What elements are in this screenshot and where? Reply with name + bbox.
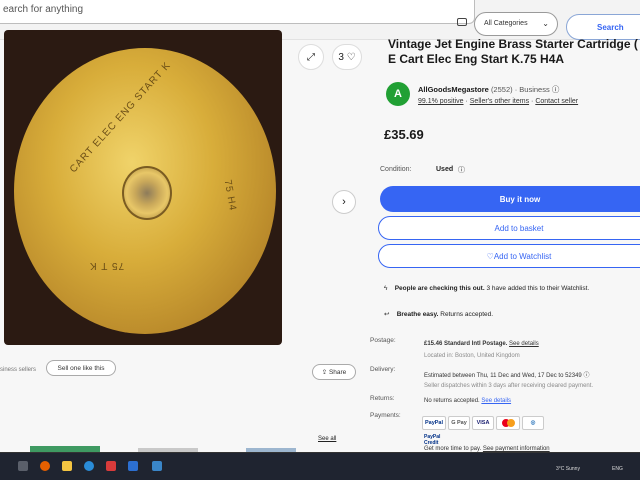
edge-icon[interactable] [84, 461, 94, 471]
category-label: All Categories [484, 20, 528, 27]
share-button[interactable]: ⇪ Share [312, 364, 356, 380]
price: £35.69 [384, 127, 424, 142]
returns-label: Returns: [370, 395, 395, 402]
watch-count: 3 [338, 51, 344, 63]
contact-seller-link[interactable]: Contact seller [535, 98, 578, 105]
paypal-credit-logo: PayPal Credit [424, 434, 441, 446]
amex-logo: ◎ [522, 416, 544, 430]
seller-feedback-count: (2552) [490, 85, 513, 94]
chevron-down-icon: ⌄ [542, 19, 549, 28]
delivery-label: Delivery: [370, 366, 396, 373]
add-to-basket-button[interactable]: Add to basket [378, 216, 640, 240]
returns-rest: Returns accepted. [440, 311, 494, 318]
returns-see-details-link[interactable]: See details [481, 398, 511, 404]
payments-label: Payments: [370, 412, 401, 419]
windows-start-icon[interactable] [18, 461, 28, 471]
returns-text: No returns accepted. [424, 398, 480, 404]
paypal-logo: PayPal [422, 416, 446, 430]
seller-avatar[interactable]: A [386, 82, 410, 106]
expand-icon[interactable]: ⤢ [298, 44, 324, 70]
postage-see-details-link[interactable]: See details [509, 341, 539, 347]
weather-widget[interactable]: 3°C Sunny [556, 466, 580, 472]
item-location: Located in: Boston, United Kingdom [424, 353, 520, 359]
language-indicator[interactable]: ENG [612, 466, 623, 472]
next-image-button[interactable]: › [332, 190, 356, 214]
seller-info: AllGoodsMegastore (2552) · Business ⓘ [418, 84, 559, 95]
delivery-info-icon[interactable]: ⓘ [583, 373, 589, 379]
see-all-link[interactable]: See all [318, 436, 336, 442]
returns-notice: ↩ Breathe easy. Returns accepted. [384, 310, 493, 318]
file-explorer-icon[interactable] [62, 461, 72, 471]
postage-text: £15.46 Standard Intl Postage. [424, 341, 508, 347]
store-icon[interactable] [152, 461, 162, 471]
product-image[interactable]: CART ELEC ENG START K 75 H4 75 T K [4, 30, 282, 345]
heart-icon: ♡ [486, 251, 494, 261]
lightning-icon: ϟ [384, 285, 388, 292]
browser-screen: earch for anything All Categories ⌄ Sear… [0, 0, 640, 458]
returns-value: No returns accepted. See details [424, 398, 511, 404]
mastercard-logo [496, 416, 520, 430]
app-icon-1[interactable] [106, 461, 116, 471]
buy-it-now-button[interactable]: Buy it now [380, 186, 640, 212]
postage-label: Postage: [370, 337, 396, 344]
search-input[interactable]: earch for anything [0, 0, 475, 24]
condition-value: Used [436, 166, 454, 173]
checking-rest: 3 have added this to their Watchlist. [486, 285, 590, 292]
windows-taskbar: 3°C Sunny ENG [0, 452, 640, 480]
returns-bold: Breathe easy. [396, 311, 439, 318]
camera-icon[interactable] [457, 18, 467, 26]
condition-info-icon[interactable]: ⓘ [458, 165, 465, 175]
gpay-logo: G Pay [448, 416, 470, 430]
share-label: Share [328, 368, 347, 376]
visa-logo: VISA [472, 416, 494, 430]
etched-text-3: 75 T K [89, 260, 125, 271]
listing-title: Vintage Jet Engine Brass Starter Cartrid… [388, 37, 638, 66]
share-icon: ⇪ [321, 369, 328, 376]
sell-one-like-this-button[interactable]: Sell one like this [46, 360, 116, 376]
delivery-value: Estimated between Thu, 11 Dec and Wed, 1… [424, 370, 589, 379]
cartridge-primer [122, 166, 172, 220]
firefox-icon[interactable] [40, 461, 50, 471]
info-icon[interactable]: ⓘ [552, 85, 560, 94]
watch-count-button[interactable]: 3 ♡ [332, 44, 362, 70]
checking-bold: People are checking this out. [394, 285, 485, 292]
dispatch-note: Seller dispatches within 3 days after re… [424, 383, 594, 389]
seller-name[interactable]: AllGoodsMegastore [418, 85, 489, 94]
seller-links: 99.1% positive · Seller's other items · … [418, 98, 579, 105]
add-to-watchlist-label: Add to Watchlist [493, 251, 552, 261]
positive-feedback-link[interactable]: 99.1% positive [418, 98, 464, 105]
search-placeholder: earch for anything [3, 4, 84, 15]
return-icon: ↩ [384, 311, 390, 318]
seller-type: · Business [514, 85, 550, 94]
condition-label: Condition: [380, 166, 412, 173]
mail-icon[interactable] [128, 461, 138, 471]
seller-other-items-link[interactable]: Seller's other items [470, 98, 529, 105]
postage-value: £15.46 Standard Intl Postage. See detail… [424, 341, 539, 347]
add-to-watchlist-button[interactable]: ♡ Add to Watchlist [378, 244, 640, 268]
category-select[interactable]: All Categories ⌄ [474, 12, 558, 36]
heart-icon: ♡ [346, 51, 356, 63]
delivery-estimate: Estimated between Thu, 11 Dec and Wed, 1… [424, 373, 582, 379]
watchers-notice: ϟ People are checking this out. 3 have a… [384, 285, 589, 292]
business-sellers-note: siness sellers [0, 367, 37, 373]
